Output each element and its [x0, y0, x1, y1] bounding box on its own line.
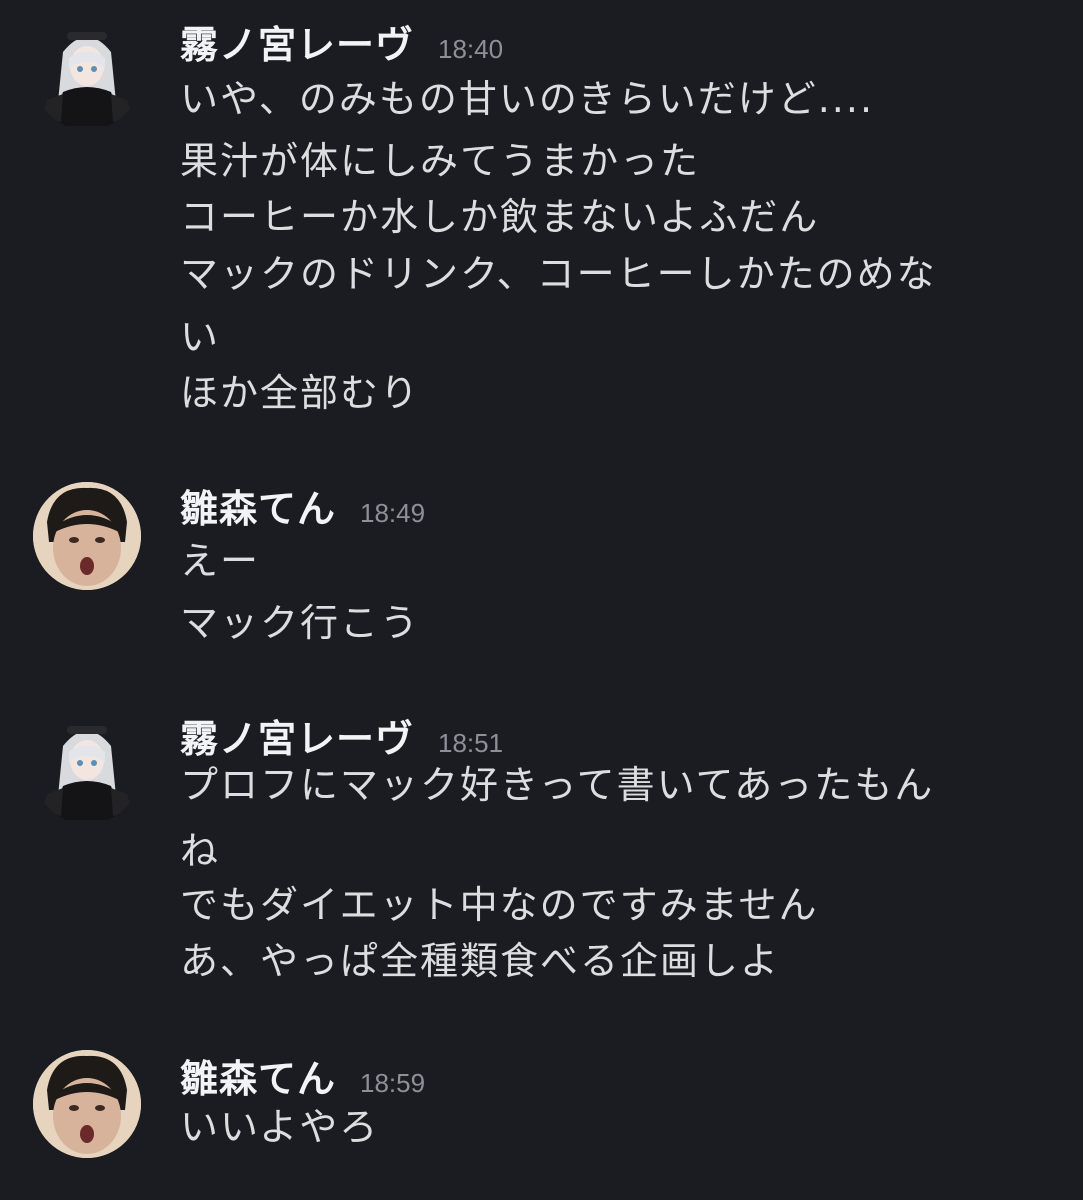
timestamp: 18:51 — [438, 728, 504, 758]
message-line: コーヒーか水しか飲まないよふだん — [180, 195, 820, 239]
timestamp: 18:40 — [438, 34, 504, 64]
message-line: プロフにマック好きって書いてあったもん — [180, 763, 935, 807]
message-line: マック行こう — [180, 601, 421, 645]
username[interactable]: 雛森てん — [180, 478, 336, 533]
message-line: マックのドリンク、コーヒーしかたのめな — [180, 252, 937, 296]
username[interactable]: 霧ノ宮レーヴ — [180, 708, 414, 763]
message-line: い — [180, 315, 221, 359]
username[interactable]: 雛森てん — [180, 1048, 336, 1103]
message-line: あ、やっぱ全種類食べる企画しよ — [180, 939, 781, 983]
anime-girl-avatar[interactable] — [33, 716, 141, 824]
message-line: いいよやろ — [180, 1105, 380, 1149]
timestamp: 18:59 — [360, 1068, 426, 1098]
anime-girl-avatar[interactable] — [33, 22, 141, 130]
username[interactable]: 霧ノ宮レーヴ — [180, 14, 414, 69]
message-line: ね — [180, 829, 221, 873]
photo-avatar[interactable] — [33, 482, 141, 590]
message-line: いや、のみもの甘いのきらいだけど.... — [180, 77, 875, 121]
message-line: ほか全部むり — [180, 371, 421, 415]
message-line: 果汁が体にしみてうまかった — [180, 139, 701, 183]
message-line: でもダイエット中なのですみません — [180, 883, 819, 927]
photo-avatar[interactable] — [33, 1050, 141, 1158]
timestamp: 18:49 — [360, 498, 426, 528]
message-line: えー — [180, 539, 261, 583]
